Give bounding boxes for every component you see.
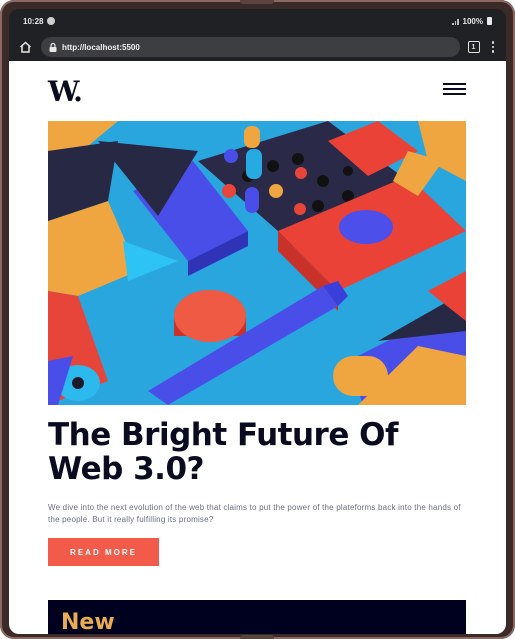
signal-icon bbox=[452, 18, 459, 25]
new-section: New bbox=[48, 600, 466, 634]
device-hinge-top bbox=[240, 0, 274, 4]
site-logo[interactable]: W. bbox=[48, 75, 83, 108]
battery-icon bbox=[487, 17, 492, 25]
article-summary: We dive into the next evolution of the w… bbox=[48, 503, 461, 524]
site-header: W. bbox=[48, 75, 466, 108]
url-text: http://localhost:5500 bbox=[62, 42, 140, 52]
device-hinge-bottom bbox=[240, 635, 274, 639]
battery-level: 100% bbox=[462, 16, 483, 26]
tab-switcher-button[interactable]: 1 bbox=[467, 41, 480, 53]
more-options-icon[interactable] bbox=[488, 41, 499, 53]
status-bar: 10:28 100% bbox=[9, 9, 506, 33]
home-icon[interactable] bbox=[17, 39, 33, 55]
read-more-button[interactable]: READ MORE bbox=[48, 538, 159, 566]
web-page: W. The Bright Future Of Web 3.0? We dive… bbox=[9, 61, 506, 634]
status-time: 10:28 bbox=[23, 16, 44, 26]
hamburger-menu-icon[interactable] bbox=[443, 83, 466, 95]
new-section-title: New bbox=[61, 610, 115, 634]
lock-icon bbox=[49, 42, 57, 52]
article-title: The Bright Future Of Web 3.0? bbox=[48, 417, 398, 487]
address-bar[interactable]: http://localhost:5500 bbox=[41, 37, 460, 57]
screen: 10:28 100% http://localhost:5500 1 W. Th… bbox=[9, 9, 506, 634]
browser-toolbar: http://localhost:5500 1 bbox=[9, 33, 506, 61]
device-frame: 10:28 100% http://localhost:5500 1 W. Th… bbox=[0, 0, 515, 639]
hero-image bbox=[48, 121, 466, 405]
spotify-icon bbox=[47, 17, 56, 25]
